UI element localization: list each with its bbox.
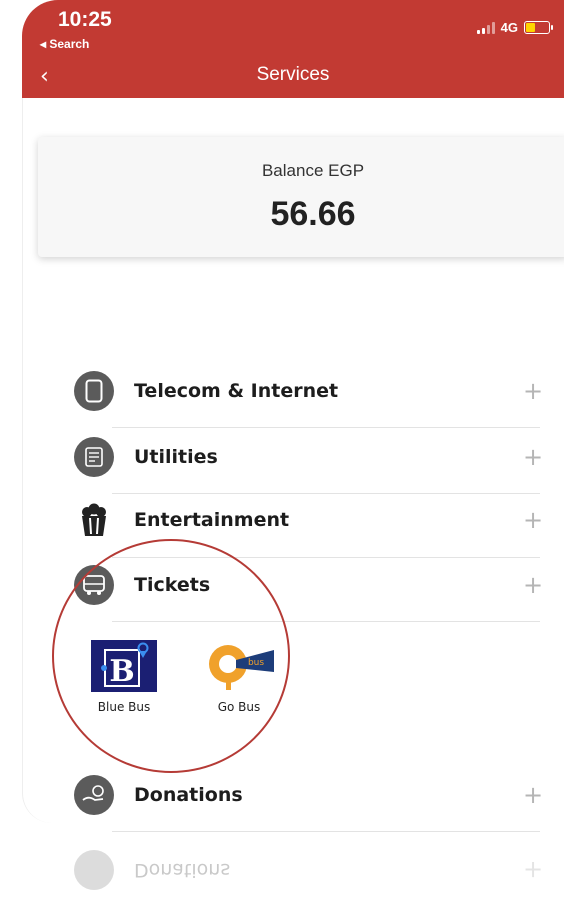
divider [112, 621, 540, 622]
ticket-provider-label: Blue Bus [97, 700, 151, 714]
service-row-tickets[interactable]: Tickets + [74, 555, 544, 615]
service-label: Utilities [134, 446, 218, 468]
ticket-provider-blue-bus[interactable]: B Blue Bus [84, 640, 164, 714]
expand-plus-icon[interactable]: + [522, 377, 544, 405]
divider [112, 831, 540, 832]
service-label: Tickets [134, 574, 211, 596]
expand-plus-icon: + [522, 856, 544, 884]
service-row-donations[interactable]: Donations + [74, 765, 544, 825]
balance-value: 56.66 [270, 195, 356, 233]
expand-plus-icon[interactable]: + [522, 443, 544, 471]
bus-icon [74, 565, 114, 605]
blue-bus-logo: B [91, 640, 157, 692]
battery-icon [524, 21, 553, 34]
service-row-utilities[interactable]: Utilities + [74, 427, 544, 487]
service-row-telecom[interactable]: Telecom & Internet + [74, 361, 544, 421]
service-label: Telecom & Internet [134, 380, 339, 402]
bill-icon [74, 437, 114, 477]
status-indicators: 4G [476, 20, 553, 35]
ticket-provider-label: Go Bus [217, 700, 261, 714]
signal-icon [476, 21, 495, 34]
ticket-provider-go-bus[interactable]: bus Go Bus [199, 640, 279, 714]
status-back-to-app[interactable]: ◂ Search [40, 37, 89, 51]
svg-text:B: B [109, 654, 134, 689]
go-bus-logo: bus [200, 640, 278, 692]
header-bar: 10:25 ◂ Search 4G ‹ Services [22, 0, 564, 98]
service-label: Donations [134, 784, 243, 806]
popcorn-icon [74, 500, 114, 540]
expand-plus-icon[interactable]: + [522, 781, 544, 809]
network-label: 4G [500, 20, 518, 35]
page-title: Services [256, 64, 330, 85]
service-label: Entertainment [134, 509, 290, 531]
reflection-label: Donations [134, 859, 231, 881]
reflection-row: Donations + [74, 840, 544, 900]
expand-plus-icon[interactable]: + [522, 506, 544, 534]
service-row-entertainment[interactable]: Entertainment + [74, 490, 544, 550]
svg-text:bus: bus [248, 658, 264, 668]
phone-icon [74, 371, 114, 411]
balance-label: Balance EGP [261, 161, 365, 180]
donation-icon [74, 850, 114, 890]
phone-screen: 10:25 ◂ Search 4G ‹ Services Balance EGP… [0, 0, 564, 901]
balance-card: Balance EGP 56.66 [38, 137, 564, 257]
expand-plus-icon[interactable]: + [522, 571, 544, 599]
donation-icon [74, 775, 114, 815]
status-time: 10:25 [58, 8, 112, 31]
